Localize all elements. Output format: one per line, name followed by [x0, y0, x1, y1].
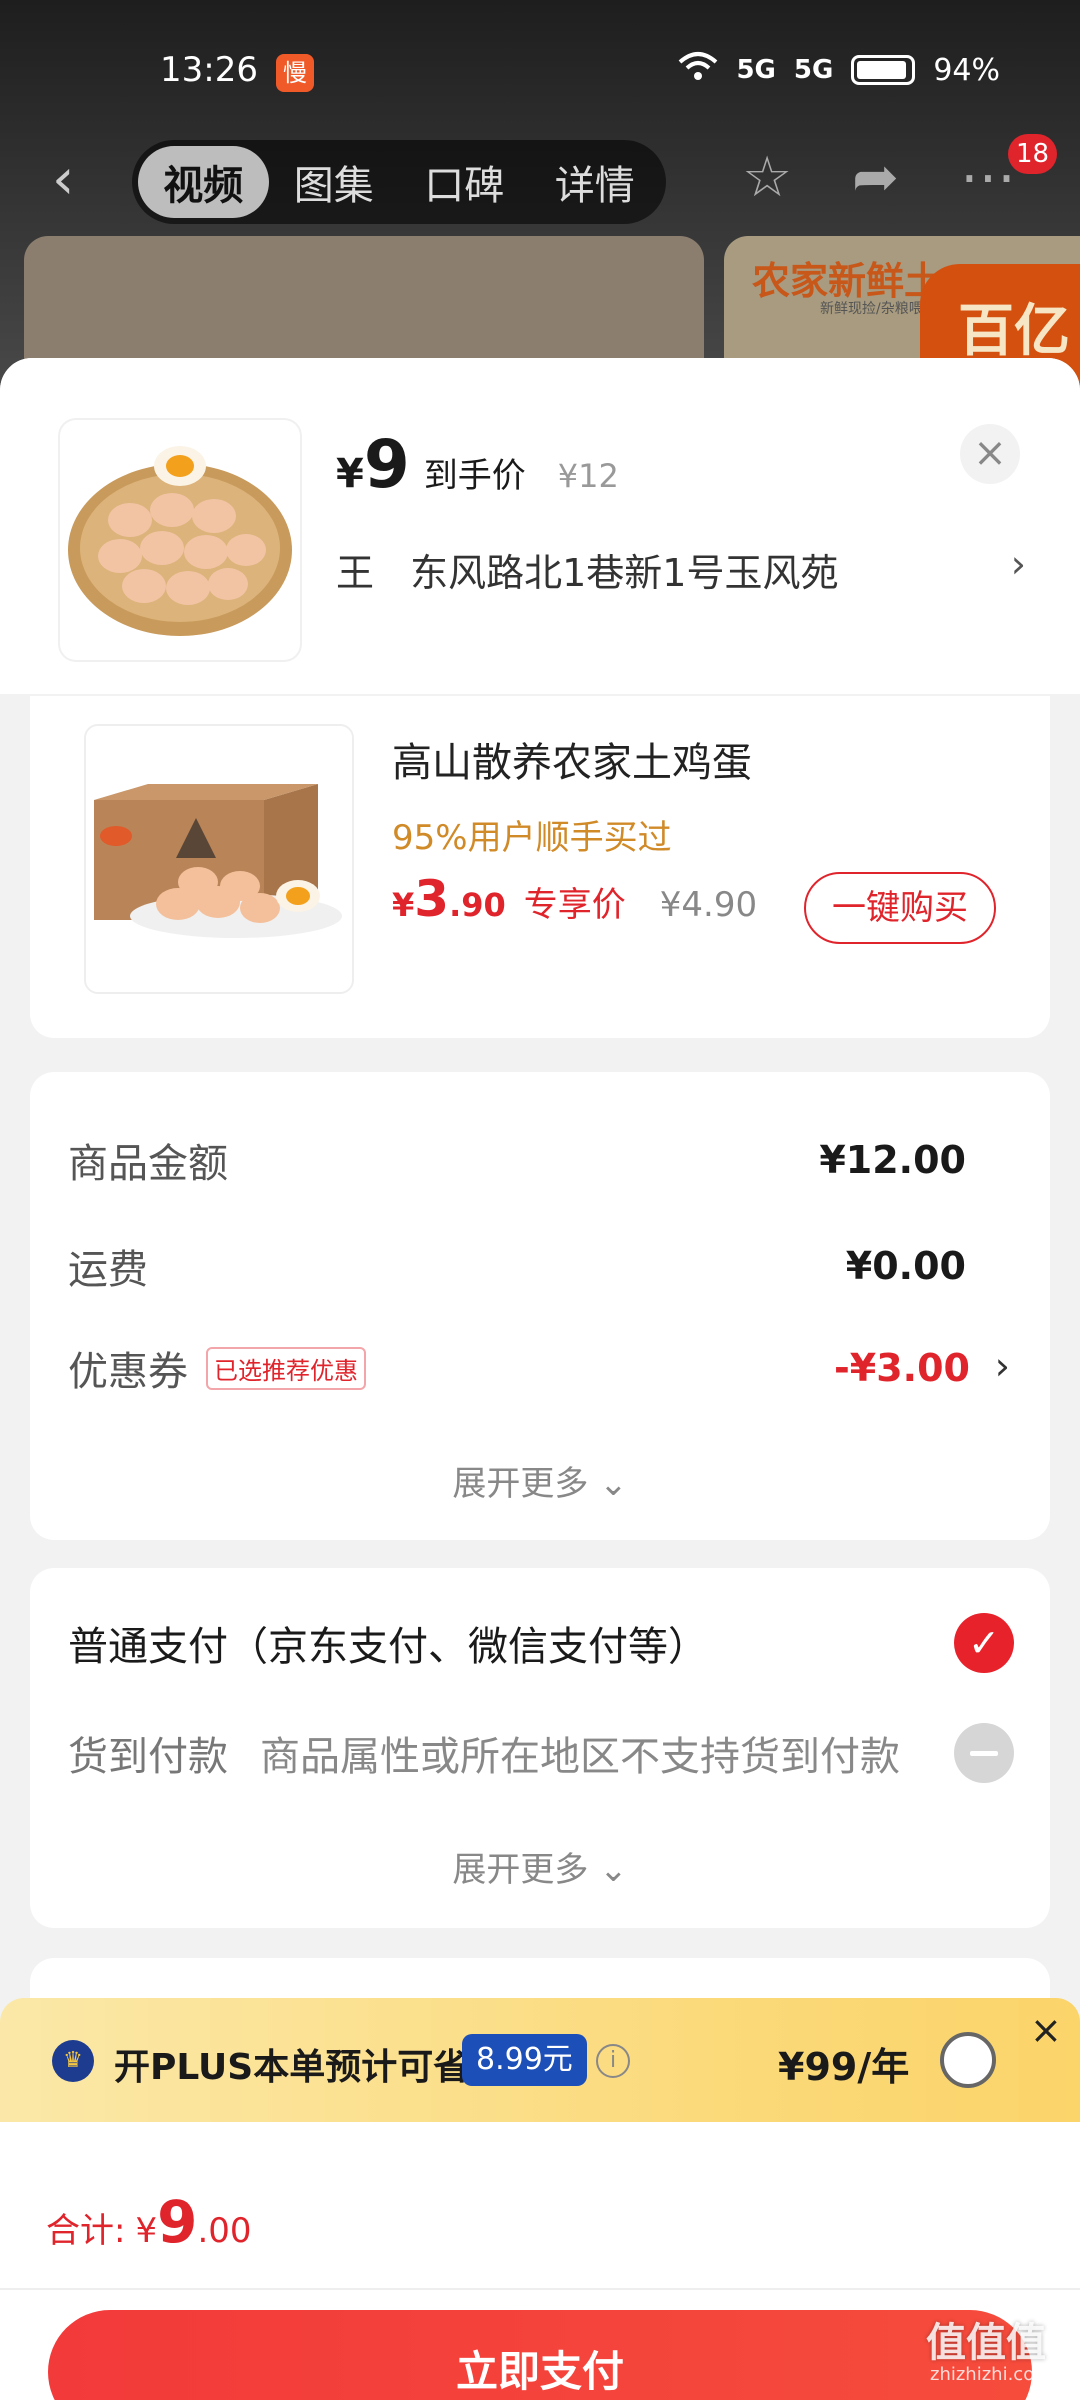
tab-reviews[interactable]: 口碑 — [399, 146, 530, 218]
tab-gallery[interactable]: 图集 — [269, 146, 400, 218]
price-row: ¥ 9 到手价 ¥12 — [336, 426, 619, 503]
shipping-label: 运费 — [68, 1247, 148, 1293]
price-symbol: ¥ — [336, 451, 364, 497]
coupon-label: 优惠券 — [68, 1349, 188, 1395]
battery-percent: 94% — [933, 52, 1000, 88]
crown-icon: ♛ — [52, 2040, 94, 2082]
product-thumbnail — [60, 420, 300, 660]
upsell-original-price: ¥4.90 — [659, 885, 758, 925]
disabled-option-icon — [954, 1723, 1014, 1783]
tab-video[interactable]: 视频 — [138, 146, 269, 218]
coupon-row[interactable]: 优惠券 已选推荐优惠 -¥3.00 — [68, 1338, 970, 1398]
cod-note: 商品属性或所在地区不支持货到付款 — [260, 1734, 900, 1780]
upsell-price-row: ¥ 3 .90 专享价 ¥4.90 — [392, 870, 757, 928]
product-tabs: 视频 图集 口碑 详情 — [132, 140, 666, 224]
close-icon[interactable]: × — [1030, 2008, 1062, 2052]
checkout-footer: 合计: ¥ 9 .00 立即支付 — [0, 2122, 1080, 2400]
expand-more-amount[interactable]: 展开更多 ⌄ — [30, 1456, 1050, 1505]
watermark-url: zhizhizhi.com — [930, 2364, 1052, 2385]
plus-select-radio[interactable] — [940, 2032, 996, 2088]
original-price: ¥12 — [557, 457, 619, 495]
expand-more-label: 展开更多 — [452, 1464, 589, 1504]
product-nav-bar: ‹ 视频 图集 口碑 详情 ☆ ➦ ⋯ 18 — [0, 134, 1080, 224]
tab-details[interactable]: 详情 — [530, 146, 661, 218]
sheet-header: ¥ 9 到手价 ¥12 王 东风路北1巷新1号玉风苑 › × — [0, 358, 1080, 694]
shipping-row: 运费 ¥0.00 — [68, 1236, 966, 1296]
banner-text: 农家新鲜土 — [752, 259, 943, 303]
goods-amount-row: 商品金额 ¥12.00 — [68, 1130, 966, 1190]
chevron-right-icon: › — [1010, 542, 1026, 586]
payment-option-normal[interactable]: 普通支付（京东支付、微信支付等） ✓ — [68, 1608, 1014, 1678]
watermark-logo: 值值值 — [926, 2320, 1046, 2366]
checkout-sheet: ¥ 9 到手价 ¥12 王 东风路北1巷新1号玉风苑 › × 高山散养农家土鸡蛋… — [0, 358, 1080, 2400]
final-price-label: 到手价 — [423, 456, 526, 496]
upsell-subtitle: 95%用户顺手买过 — [392, 818, 672, 858]
goods-amount-value: ¥12.00 — [819, 1138, 966, 1182]
divider — [0, 2288, 1080, 2290]
expand-more-payment[interactable]: 展开更多 ⌄ — [30, 1842, 1050, 1891]
expand-more-label: 展开更多 — [452, 1850, 589, 1890]
close-button[interactable]: × — [960, 424, 1020, 484]
total-row: 合计: ¥ 9 .00 — [46, 2188, 252, 2256]
back-icon[interactable]: ‹ — [52, 148, 74, 212]
upsell-title: 高山散养农家土鸡蛋 — [392, 740, 752, 786]
coupon-label-group: 优惠券 已选推荐优惠 — [68, 1339, 366, 1397]
shipping-value: ¥0.00 — [845, 1244, 966, 1288]
plus-promo-text: 开PLUS本单预计可省 — [114, 2047, 470, 2088]
chevron-down-icon: ⌄ — [599, 1464, 628, 1504]
total-dec: .00 — [197, 2211, 252, 2251]
app-notification-icon: 慢 — [276, 54, 314, 92]
goods-amount-label: 商品金额 — [68, 1141, 228, 1187]
background-product-page: 13:26 慢 5G 5G 94% ‹ 视频 图集 口碑 详情 ☆ ➦ ⋯ 18… — [0, 0, 1080, 400]
pay-now-button[interactable]: 立即支付 — [48, 2310, 1032, 2400]
upsell-price-int: 3 — [414, 870, 450, 928]
chevron-down-icon: ⌄ — [599, 1850, 628, 1890]
address-row[interactable]: 王 东风路北1巷新1号玉风苑 › — [336, 542, 1026, 597]
amount-card: 商品金额 ¥12.00 运费 ¥0.00 优惠券 已选推荐优惠 -¥3.00 ›… — [30, 1072, 1050, 1540]
upsell-price-symbol: ¥ — [392, 886, 415, 924]
message-count-badge: 18 — [1008, 134, 1058, 174]
plus-membership-bar[interactable]: ♛ 开PLUS本单预计可省 8.99元 i ¥99/年 × — [0, 1998, 1080, 2122]
cod-label: 货到付款 — [68, 1734, 228, 1780]
total-int: 9 — [157, 2188, 198, 2256]
final-price: 9 — [363, 426, 410, 503]
normal-payment-label: 普通支付（京东支付、微信支付等） — [68, 1624, 708, 1670]
signal-icon: 5G — [793, 55, 834, 85]
status-time: 13:26 — [160, 50, 258, 90]
battery-icon — [851, 55, 916, 85]
total-label: 合计: — [46, 2211, 126, 2251]
checkmark-selected-icon[interactable]: ✓ — [954, 1613, 1014, 1673]
wifi-icon — [678, 50, 718, 90]
one-click-buy-button[interactable]: 一键购买 — [804, 872, 996, 944]
signal-icon: 5G — [736, 55, 776, 85]
coupon-status-badge: 已选推荐优惠 — [206, 1346, 366, 1390]
upsell-card: 高山散养农家土鸡蛋 95%用户顺手买过 ¥ 3 .90 专享价 ¥4.90 一键… — [30, 696, 1050, 1038]
share-icon[interactable]: ➦ — [852, 146, 899, 210]
recipient-name: 王 — [336, 551, 375, 595]
status-bar: 13:26 慢 5G 5G 94% — [0, 40, 1080, 104]
address-text: 东风路北1巷新1号玉风苑 — [410, 551, 839, 595]
upsell-price-label: 专享价 — [523, 885, 626, 925]
plus-save-amount: 8.99元 — [462, 2034, 587, 2086]
chevron-right-icon[interactable]: › — [995, 1344, 1010, 1388]
info-icon[interactable]: i — [596, 2044, 630, 2078]
coupon-value: -¥3.00 — [834, 1346, 970, 1390]
total-symbol: ¥ — [135, 2211, 158, 2251]
plus-annual-price: ¥99/年 — [778, 2045, 910, 2089]
status-icons: 5G 5G 94% — [678, 50, 1000, 90]
payment-option-cod: 货到付款 商品属性或所在地区不支持货到付款 — [68, 1718, 1014, 1788]
favorite-star-icon[interactable]: ☆ — [742, 146, 792, 210]
payment-method-card: 普通支付（京东支付、微信支付等） ✓ 货到付款 商品属性或所在地区不支持货到付款… — [30, 1568, 1050, 1928]
upsell-product-image — [84, 724, 354, 994]
upsell-price-dec: .90 — [449, 886, 506, 924]
